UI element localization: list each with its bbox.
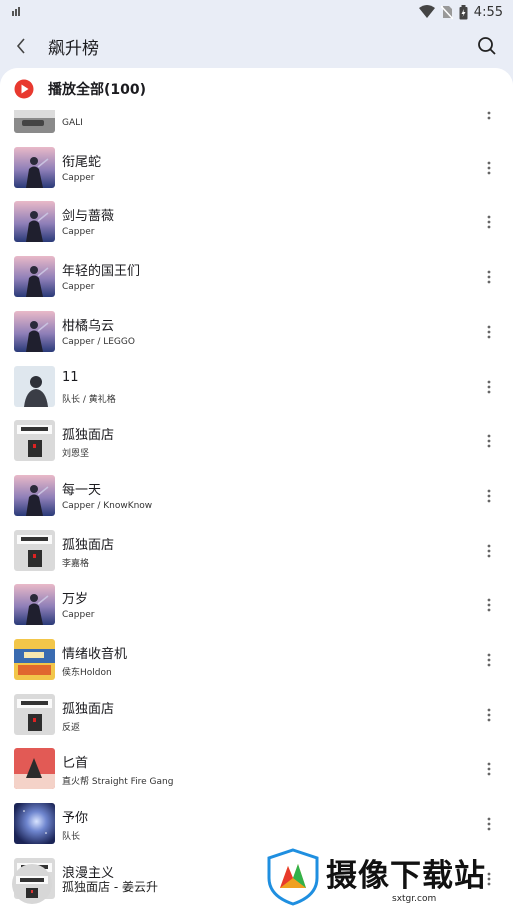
song-list-sheet: 播放全部(100) GALI 衔尾蛇 Capper 剑与蔷薇 Capper 年轻的国王们 C… xyxy=(0,68,513,912)
more-options-icon[interactable] xyxy=(479,324,499,340)
song-artist: Capper / LEGGO xyxy=(62,336,135,347)
more-options-icon[interactable] xyxy=(479,597,499,613)
song-title: 每一天 xyxy=(62,482,102,498)
play-all-label: 播放全部(100) xyxy=(48,82,147,98)
song-title: 予你 xyxy=(62,811,89,827)
song-row[interactable]: 孤独面店 刘恩坚 xyxy=(0,414,513,468)
song-artist: Capper xyxy=(62,610,95,621)
song-title: 孤独面店 xyxy=(62,701,115,717)
album-cover xyxy=(14,256,55,298)
song-artist: Capper / KnowKnow xyxy=(62,500,153,511)
wifi-icon xyxy=(418,5,435,18)
album-cover xyxy=(14,748,55,790)
song-title: 万岁 xyxy=(62,592,89,608)
song-title: 匕首 xyxy=(62,756,89,772)
album-cover xyxy=(14,639,55,680)
more-options-icon[interactable] xyxy=(479,379,499,395)
song-row[interactable]: 剑与蔷薇 Capper xyxy=(0,195,513,249)
more-options-icon[interactable] xyxy=(479,160,499,176)
song-artist: GALI xyxy=(62,118,83,128)
more-options-icon[interactable] xyxy=(479,433,499,449)
album-cover xyxy=(14,803,55,845)
watermark-url: sxtgr.com xyxy=(392,894,437,904)
more-options-icon[interactable] xyxy=(479,816,499,832)
page-title: 飙升榜 xyxy=(48,39,99,59)
play-circle-icon xyxy=(14,79,34,99)
song-row[interactable]: 匕首直火帮 Straight Fire Gang xyxy=(0,742,513,796)
more-options-icon[interactable] xyxy=(479,269,499,285)
more-options-icon[interactable] xyxy=(479,652,499,668)
album-cover xyxy=(14,201,55,243)
song-artist: 侯东Holdon xyxy=(62,668,112,678)
status-icons: 4:55 xyxy=(418,3,503,21)
battery-icon xyxy=(459,4,468,19)
album-cover xyxy=(14,420,55,462)
song-artist: Capper xyxy=(62,282,95,293)
song-artist: 李嘉格 xyxy=(62,558,90,569)
song-title: 孤独面店 xyxy=(62,428,115,444)
more-options-icon[interactable] xyxy=(479,761,499,777)
album-cover xyxy=(14,146,55,188)
song-title: 年轻的国王们 xyxy=(62,264,141,280)
song-title: 11 xyxy=(62,369,79,385)
song-row[interactable]: 万岁 Capper xyxy=(0,578,513,632)
play-all-button[interactable]: 播放全部(100) xyxy=(0,68,513,110)
song-artist: 反返 xyxy=(62,722,81,733)
clock: 4:55 xyxy=(473,4,503,20)
watermark-title: 摄像下载站 xyxy=(326,858,486,894)
more-options-icon[interactable] xyxy=(479,543,499,559)
now-playing-text: 孤独面店 - 姜云升 xyxy=(62,880,158,894)
chevron-left-icon[interactable] xyxy=(10,34,34,58)
song-artist: 队长 xyxy=(62,832,81,843)
song-artist: 直火帮 Straight Fire Gang xyxy=(62,777,174,788)
song-title: 柑橘乌云 xyxy=(62,318,115,334)
watermark-logo xyxy=(267,848,319,906)
song-row[interactable]: 11 队长 / 黄礼格 xyxy=(0,360,513,414)
song-artist: Capper xyxy=(62,172,95,183)
album-cover xyxy=(14,365,55,407)
watermark: 摄像下载站 sxtgr.com xyxy=(266,848,508,908)
mini-player-cover[interactable] xyxy=(12,864,52,904)
search-icon[interactable] xyxy=(475,34,499,58)
song-row[interactable]: 予你 队长 xyxy=(0,797,513,851)
signal-icon xyxy=(12,7,20,16)
album-cover xyxy=(14,584,55,626)
song-row[interactable]: 孤独面店 反返 xyxy=(0,688,513,742)
song-title: 孤独面店 xyxy=(62,537,115,553)
song-title: 衔尾蛇 xyxy=(62,154,102,170)
song-artist: Capper xyxy=(62,227,95,238)
song-row[interactable]: 年轻的国王们 Capper xyxy=(0,250,513,304)
song-row[interactable]: 衔尾蛇 Capper xyxy=(0,141,513,195)
status-bar: 4:55 xyxy=(0,0,513,24)
album-cover xyxy=(14,310,55,352)
album-cover xyxy=(14,529,55,571)
album-cover xyxy=(14,474,55,516)
app-bar: 飙升榜 xyxy=(0,24,513,68)
song-row[interactable]: 柑橘乌云 Capper / LEGGO xyxy=(0,305,513,359)
more-options-icon[interactable] xyxy=(479,488,499,504)
song-title: 情绪收音机 xyxy=(62,647,128,662)
song-row[interactable]: 孤独面店 李嘉格 xyxy=(0,524,513,578)
no-sim-icon xyxy=(440,5,453,19)
song-row[interactable]: 每一天 Capper / KnowKnow xyxy=(0,469,513,523)
more-options-icon[interactable] xyxy=(479,214,499,230)
more-options-icon[interactable] xyxy=(479,707,499,723)
album-cover xyxy=(14,693,55,735)
song-row[interactable]: 情绪收音机侯东Holdon xyxy=(0,633,513,687)
song-artist: 队长 / 黄礼格 xyxy=(62,394,116,405)
song-artist: 刘恩坚 xyxy=(62,449,90,460)
song-title: 剑与蔷薇 xyxy=(62,209,115,225)
